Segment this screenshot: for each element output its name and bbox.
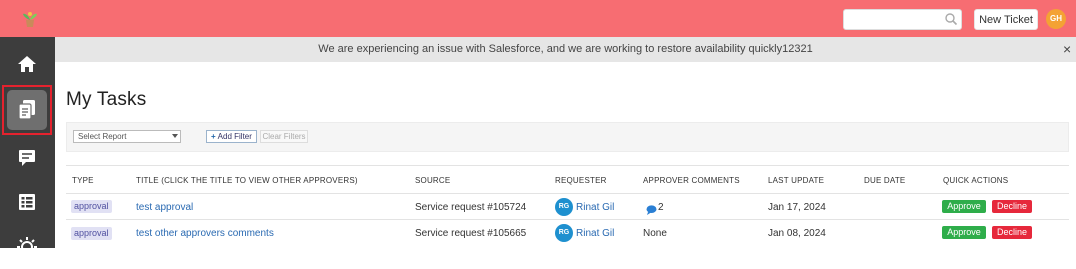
clear-filters-button[interactable]: Clear Filters [260,130,308,143]
approve-button[interactable]: Approve [942,200,986,213]
requester-name-link[interactable]: Rinat Gil [576,202,614,213]
sidebar-item-messages[interactable] [5,135,49,179]
column-header-source: SOURCE [415,176,451,185]
type-badge: approval [71,227,112,240]
sidebar-item-list[interactable] [5,180,49,224]
last-update-text: Jan 08, 2024 [768,228,826,239]
comment-icon[interactable] [646,202,657,220]
settings-icon [17,237,37,257]
column-header-title: TITLE (CLICK THE TITLE TO VIEW OTHER APP… [136,176,358,185]
announcement-banner: We are experiencing an issue with Salesf… [55,37,1076,62]
source-text: Service request #105665 [415,228,527,239]
type-badge: approval [71,200,112,213]
banner-close-icon[interactable]: × [1063,42,1071,56]
requester-name-link[interactable]: Rinat Gil [576,228,614,239]
home-icon [18,56,36,72]
list-icon [19,194,35,210]
requester-avatar: RG [555,224,573,242]
task-title-link[interactable]: test other approvers comments [136,228,274,239]
chevron-down-icon [172,134,178,138]
column-header-type: TYPE [72,176,94,185]
column-header-approver-comments: APPROVER COMMENTS [643,176,740,185]
approver-comments-count[interactable]: 2 [658,202,664,213]
decline-button[interactable]: Decline [992,200,1032,213]
select-report-dropdown[interactable]: Select Report [73,130,181,143]
search-icon[interactable] [944,12,958,26]
column-header-quick-actions: QUICK ACTIONS [943,176,1009,185]
user-avatar[interactable]: GH [1046,9,1066,29]
sidebar-item-home[interactable] [5,42,49,86]
source-text: Service request #105724 [415,202,527,213]
requester-avatar: RG [555,198,573,216]
plus-icon: + [211,132,216,141]
column-header-last-update: LAST UPDATE [768,176,825,185]
task-title-link[interactable]: test approval [136,202,193,213]
add-filter-button[interactable]: + Add Filter [206,130,257,143]
last-update-text: Jan 17, 2024 [768,202,826,213]
approver-comments-count: None [643,228,667,239]
add-filter-label: Add Filter [217,132,252,141]
tasks-icon [18,100,35,120]
new-ticket-button[interactable]: New Ticket [974,9,1038,30]
sidebar-item-settings[interactable] [5,225,49,269]
messages-icon [19,150,35,166]
table-header-divider [66,193,1069,194]
row-divider [66,219,1069,220]
sidebar-item-tasks[interactable] [2,85,52,135]
approve-button[interactable]: Approve [942,226,986,239]
page-title: My Tasks [66,89,147,110]
logo-icon[interactable] [20,9,40,29]
column-header-requester: REQUESTER [555,176,607,185]
decline-button[interactable]: Decline [992,226,1032,239]
column-header-due-date: DUE DATE [864,176,906,185]
table-top-divider [66,165,1069,166]
